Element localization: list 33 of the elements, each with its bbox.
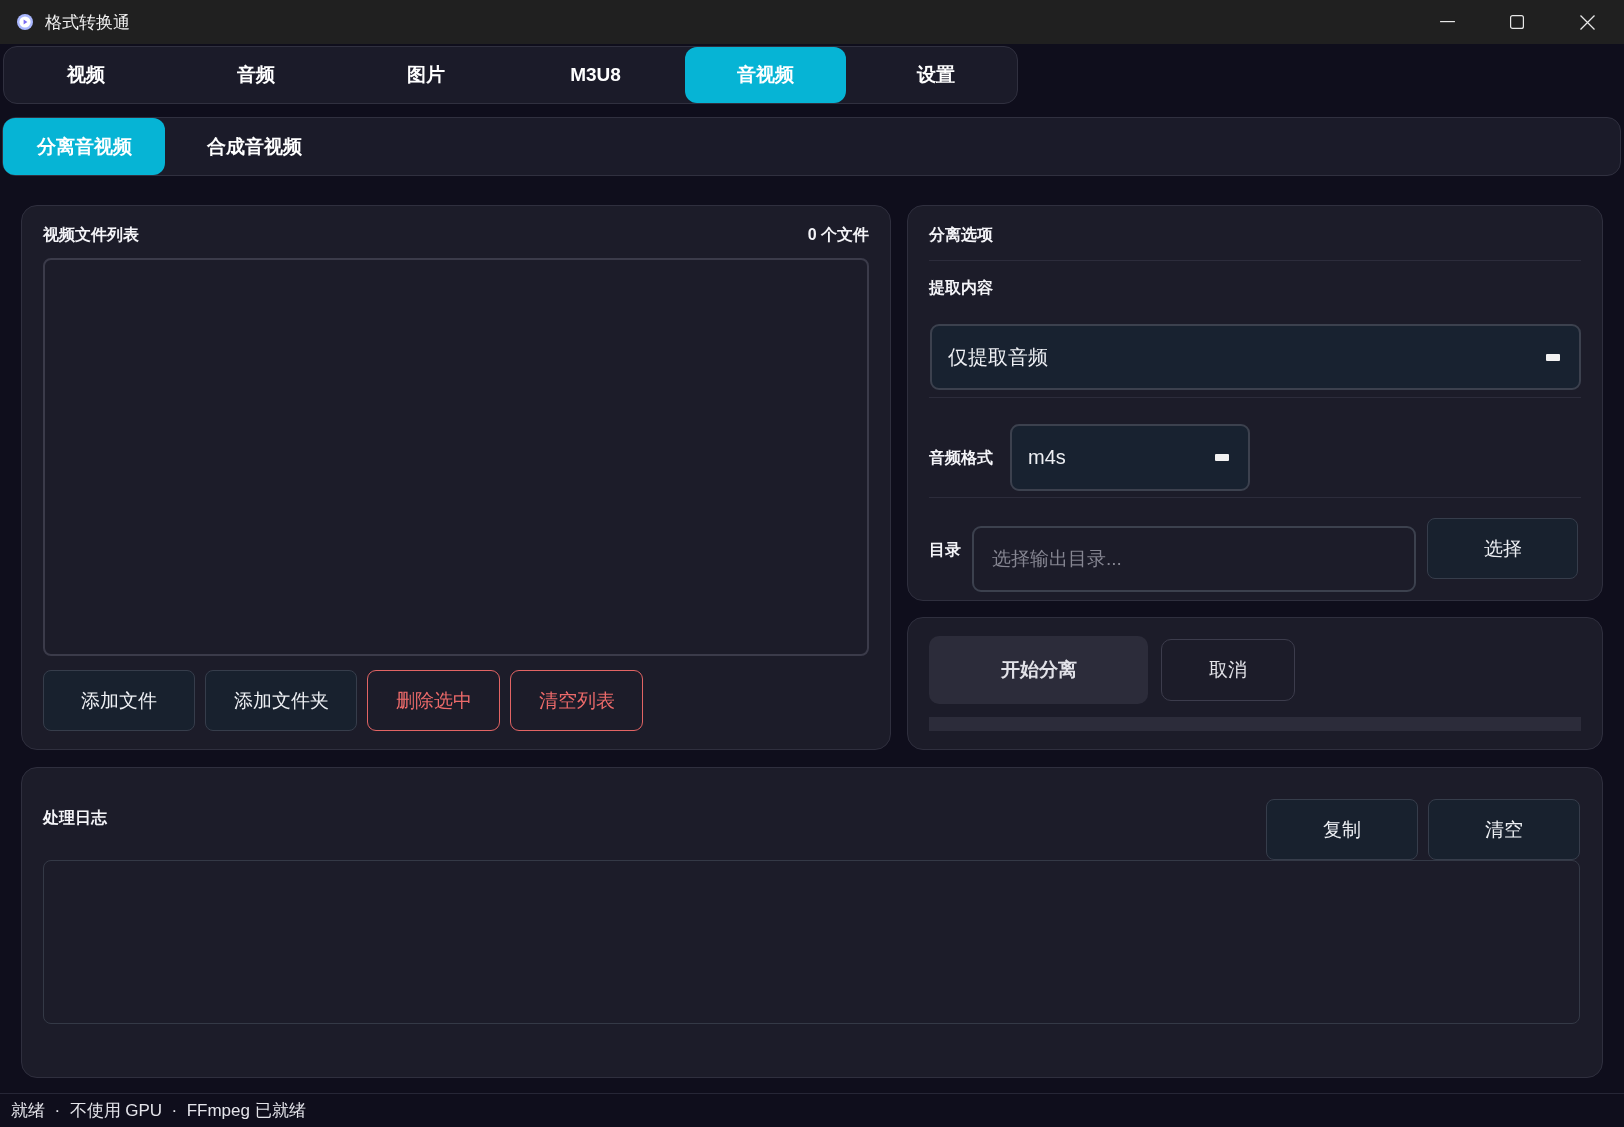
file-count: 0 个文件 bbox=[807, 226, 869, 244]
tab[interactable]: 视频 bbox=[5, 47, 166, 103]
start-button[interactable]: 开始分离 bbox=[929, 636, 1148, 704]
tab[interactable]: 合成音视频 bbox=[173, 118, 335, 175]
list-action-button[interactable]: 添加文件夹 bbox=[205, 670, 357, 731]
field-label: 目录 bbox=[929, 541, 961, 559]
panel-title: 处理日志 bbox=[43, 809, 107, 827]
dropdown[interactable]: m4s bbox=[1010, 424, 1250, 491]
close-icon bbox=[1579, 14, 1595, 30]
list-action-button[interactable]: 删除选中 bbox=[367, 670, 500, 731]
panel-title: 分离选项 bbox=[929, 226, 993, 244]
choose-button[interactable]: 选择 bbox=[1427, 518, 1578, 579]
dash-icon bbox=[1546, 353, 1560, 361]
window-title: 格式转换通 bbox=[45, 11, 130, 34]
cancel-button[interactable]: 取消 bbox=[1161, 639, 1295, 701]
disc-icon bbox=[17, 14, 33, 30]
log-action-button[interactable]: 清空 bbox=[1428, 799, 1580, 860]
dash-icon bbox=[1215, 454, 1229, 461]
dropdown[interactable]: 仅提取音频 bbox=[930, 324, 1581, 390]
panel-title: 视频文件列表 bbox=[43, 226, 139, 244]
status-text: 就绪 · 不使用 GPU · FFmpeg 已就绪 bbox=[11, 1100, 306, 1122]
log-action-button[interactable]: 复制 bbox=[1266, 799, 1418, 860]
field-label: 音频格式 bbox=[929, 448, 993, 467]
list-action-button[interactable]: 添加文件 bbox=[43, 670, 195, 731]
tab[interactable]: M3U8 bbox=[515, 47, 676, 103]
maximize-icon bbox=[1510, 15, 1524, 29]
directory-input[interactable]: 选择输出目录... bbox=[972, 526, 1416, 592]
tab[interactable]: 音频 bbox=[175, 47, 336, 103]
tab[interactable]: 设置 bbox=[855, 47, 1016, 103]
minimize-icon bbox=[1439, 21, 1455, 23]
field-label: 提取内容 bbox=[929, 279, 993, 297]
tab[interactable]: 图片 bbox=[345, 47, 506, 103]
list-action-button[interactable]: 清空列表 bbox=[510, 670, 643, 731]
